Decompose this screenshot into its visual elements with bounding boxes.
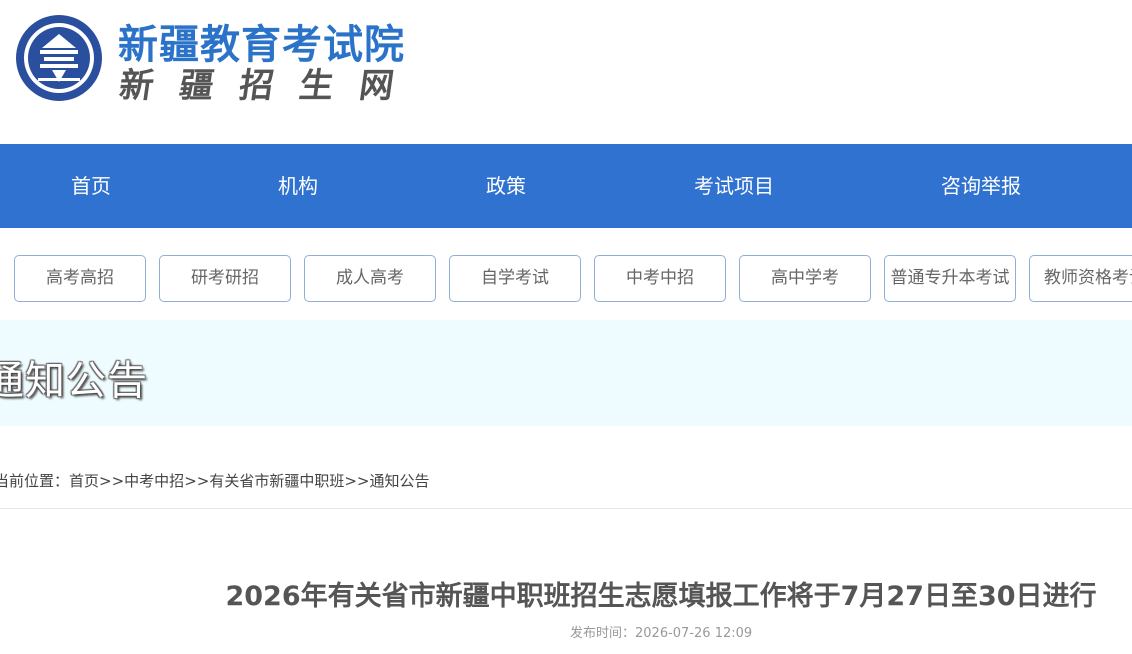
content-divider	[0, 508, 1132, 509]
breadcrumb-separator: >>	[184, 472, 210, 490]
exam-category-nav: 高考高招 研考研招 成人高考 自学考试 中考中招 高中学考 普通专升本考试 教师…	[0, 228, 1132, 320]
sub-nav-gaokao[interactable]: 高考高招	[14, 255, 146, 302]
breadcrumb-home[interactable]: 首页	[69, 470, 99, 491]
institute-emblem-icon[interactable]	[14, 14, 104, 102]
breadcrumb-notices[interactable]: 通知公告	[369, 470, 429, 491]
breadcrumb: 当前位置：首页>>中考中招>>有关省市新疆中职班>>通知公告	[0, 470, 430, 494]
nav-item-consult-report[interactable]: 咨询举报	[941, 144, 1021, 228]
sub-nav-self-study[interactable]: 自学考试	[449, 255, 581, 302]
publish-time: 2026-07-26 12:09	[635, 626, 753, 641]
nav-item-exam-projects[interactable]: 考试项目	[694, 144, 774, 228]
section-banner: 通知公告	[0, 320, 1132, 426]
breadcrumb-xinjiang-class[interactable]: 有关省市新疆中职班	[209, 470, 344, 491]
section-title: 通知公告	[0, 358, 148, 404]
sub-nav-zhongkao[interactable]: 中考中招	[594, 255, 726, 302]
article-title: 2026年有关省市新疆中职班招生志愿填报工作将于7月27日至30日进行	[225, 581, 1097, 612]
main-nav: 首页 机构 政策 考试项目 咨询举报	[0, 144, 1132, 228]
site-header: 新疆教育考试院 新疆招生网	[0, 0, 1132, 144]
nav-item-home[interactable]: 首页	[71, 144, 111, 228]
sub-nav-graduate[interactable]: 研考研招	[159, 255, 291, 302]
nav-item-organization[interactable]: 机构	[278, 144, 318, 228]
breadcrumb-separator: >>	[99, 472, 125, 490]
sub-nav-adult[interactable]: 成人高考	[304, 255, 436, 302]
publish-label: 发布时间：	[570, 626, 636, 641]
breadcrumb-prefix: 当前位置：	[0, 472, 70, 490]
breadcrumb-separator: >>	[344, 472, 370, 490]
site-subtitle: 新疆招生网	[116, 66, 423, 106]
sub-nav-upgrade-exam[interactable]: 普通专升本考试	[884, 255, 1016, 302]
nav-item-policy[interactable]: 政策	[486, 144, 526, 228]
breadcrumb-zhongkao[interactable]: 中考中招	[124, 470, 184, 491]
sub-nav-high-school-test[interactable]: 高中学考	[739, 255, 871, 302]
sub-nav-teacher-cert[interactable]: 教师资格考试	[1029, 255, 1132, 302]
article-meta: 发布时间：2026-07-26 12:09	[570, 622, 752, 641]
